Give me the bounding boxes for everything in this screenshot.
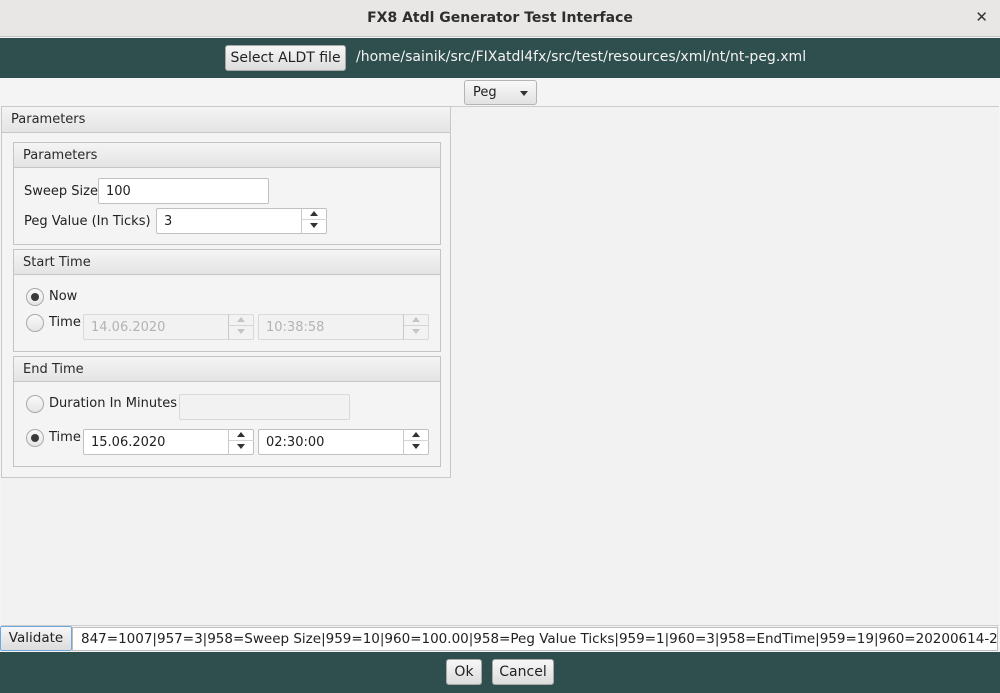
duration-label: Duration In Minutes xyxy=(49,396,177,411)
window-title: FX8 Atdl Generator Test Interface xyxy=(367,10,633,26)
chevron-down-icon xyxy=(404,326,429,338)
chevron-up-icon[interactable] xyxy=(404,429,429,441)
start-time-stepper xyxy=(403,314,429,340)
sweep-size-label: Sweep Size xyxy=(24,184,98,199)
file-toolbar: Select ALDT file /home/sainik/src/FIXatd… xyxy=(0,38,1000,78)
end-time-stepper[interactable] xyxy=(403,429,429,455)
end-date-stepper[interactable] xyxy=(228,429,254,455)
end-time-label: Time xyxy=(49,430,81,445)
start-time-label: Time xyxy=(49,315,81,330)
cancel-button[interactable]: Cancel xyxy=(492,659,554,685)
start-time-group-title: Start Time xyxy=(14,250,440,275)
file-path-label: /home/sainik/src/FIXatdl4fx/src/test/res… xyxy=(356,49,807,65)
parameters-panel-title: Parameters xyxy=(2,107,450,133)
select-aldt-file-button[interactable]: Select ALDT file xyxy=(225,45,346,71)
duration-field xyxy=(179,394,350,420)
chevron-up-icon[interactable] xyxy=(229,429,254,441)
chevron-down-icon xyxy=(229,326,254,338)
chevron-down-icon[interactable] xyxy=(229,441,254,453)
parameters-panel: Parameters Parameters Sweep Size 100 Peg… xyxy=(1,106,451,478)
end-duration-radio[interactable] xyxy=(26,395,44,413)
sweep-size-field[interactable]: 100 xyxy=(98,178,269,204)
dialog-footer: Ok Cancel xyxy=(0,652,1000,693)
end-time-group-title: End Time xyxy=(14,357,440,382)
chevron-down-icon xyxy=(520,91,528,96)
start-time-radio[interactable] xyxy=(26,314,44,332)
start-date-stepper xyxy=(228,314,254,340)
strategy-select[interactable]: Peg xyxy=(464,80,537,105)
strategy-select-value: Peg xyxy=(473,85,497,100)
peg-value-stepper[interactable] xyxy=(301,208,327,234)
parameters-group-title: Parameters xyxy=(14,143,440,168)
chevron-up-icon xyxy=(404,314,429,326)
start-time-group: Start Time Now Time 14.06.2020 10:38:58 xyxy=(13,249,441,352)
ok-button[interactable]: Ok xyxy=(446,659,482,685)
chevron-down-icon[interactable] xyxy=(302,220,327,232)
end-time-radio[interactable] xyxy=(26,429,44,447)
start-now-label: Now xyxy=(49,289,78,304)
fix-output-field[interactable]: 847=1007|957=3|958=Sweep Size|959=10|960… xyxy=(72,627,998,651)
end-time-group: End Time Duration In Minutes Time 15.06.… xyxy=(13,356,441,467)
start-now-radio[interactable] xyxy=(26,288,44,306)
validate-button[interactable]: Validate xyxy=(0,626,72,651)
chevron-up-icon[interactable] xyxy=(302,208,327,220)
peg-value-label: Peg Value (In Ticks) xyxy=(24,214,151,229)
window-titlebar: FX8 Atdl Generator Test Interface ✕ xyxy=(0,0,1000,37)
chevron-down-icon[interactable] xyxy=(404,441,429,453)
close-icon[interactable]: ✕ xyxy=(975,8,988,26)
parameters-group: Parameters Sweep Size 100 Peg Value (In … xyxy=(13,142,441,245)
chevron-up-icon xyxy=(229,314,254,326)
